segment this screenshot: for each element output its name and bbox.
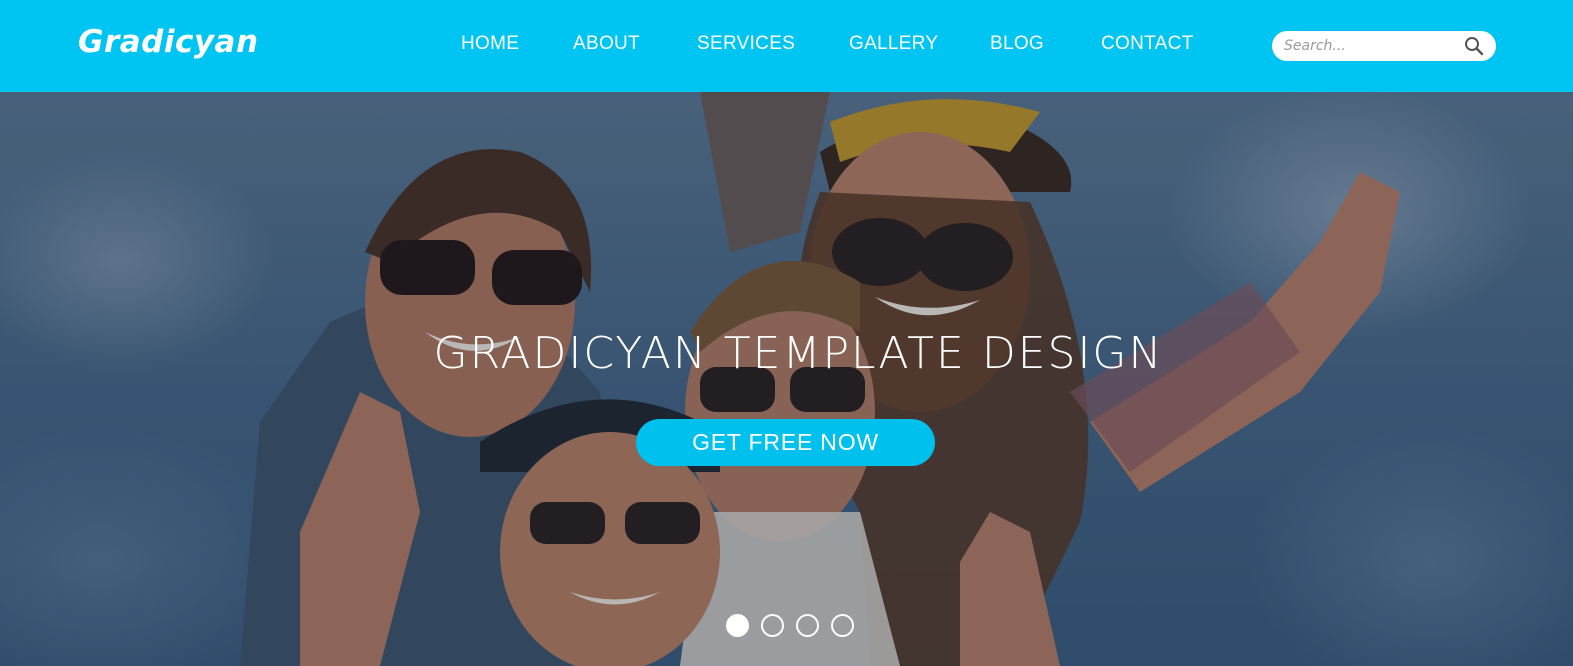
nav-home[interactable]: HOME [461, 33, 519, 55]
nav-blog[interactable]: BLOG [990, 33, 1044, 55]
nav-services[interactable]: SERVICES [697, 33, 795, 55]
hero-overlay [0, 92, 1573, 666]
nav-gallery[interactable]: GALLERY [849, 33, 938, 55]
hero-title: GRADICYAN TEMPLATE DESIGN [433, 328, 1164, 379]
search-box [1272, 31, 1496, 61]
nav-contact[interactable]: CONTACT [1101, 33, 1194, 55]
site-header: Gradicyan HOME ABOUT SERVICES GALLERY BL… [0, 0, 1573, 92]
slider-dot-4[interactable] [831, 614, 854, 637]
slider-dot-3[interactable] [796, 614, 819, 637]
search-icon[interactable] [1464, 36, 1484, 56]
logo[interactable]: Gradicyan [78, 24, 259, 60]
search-input[interactable] [1284, 36, 1454, 56]
hero-slider: GRADICYAN TEMPLATE DESIGN GET FREE NOW [0, 92, 1573, 666]
nav-about[interactable]: ABOUT [573, 33, 640, 55]
slider-dot-1[interactable] [726, 614, 749, 637]
slider-dot-2[interactable] [761, 614, 784, 637]
get-free-now-button[interactable]: GET FREE NOW [636, 419, 935, 466]
